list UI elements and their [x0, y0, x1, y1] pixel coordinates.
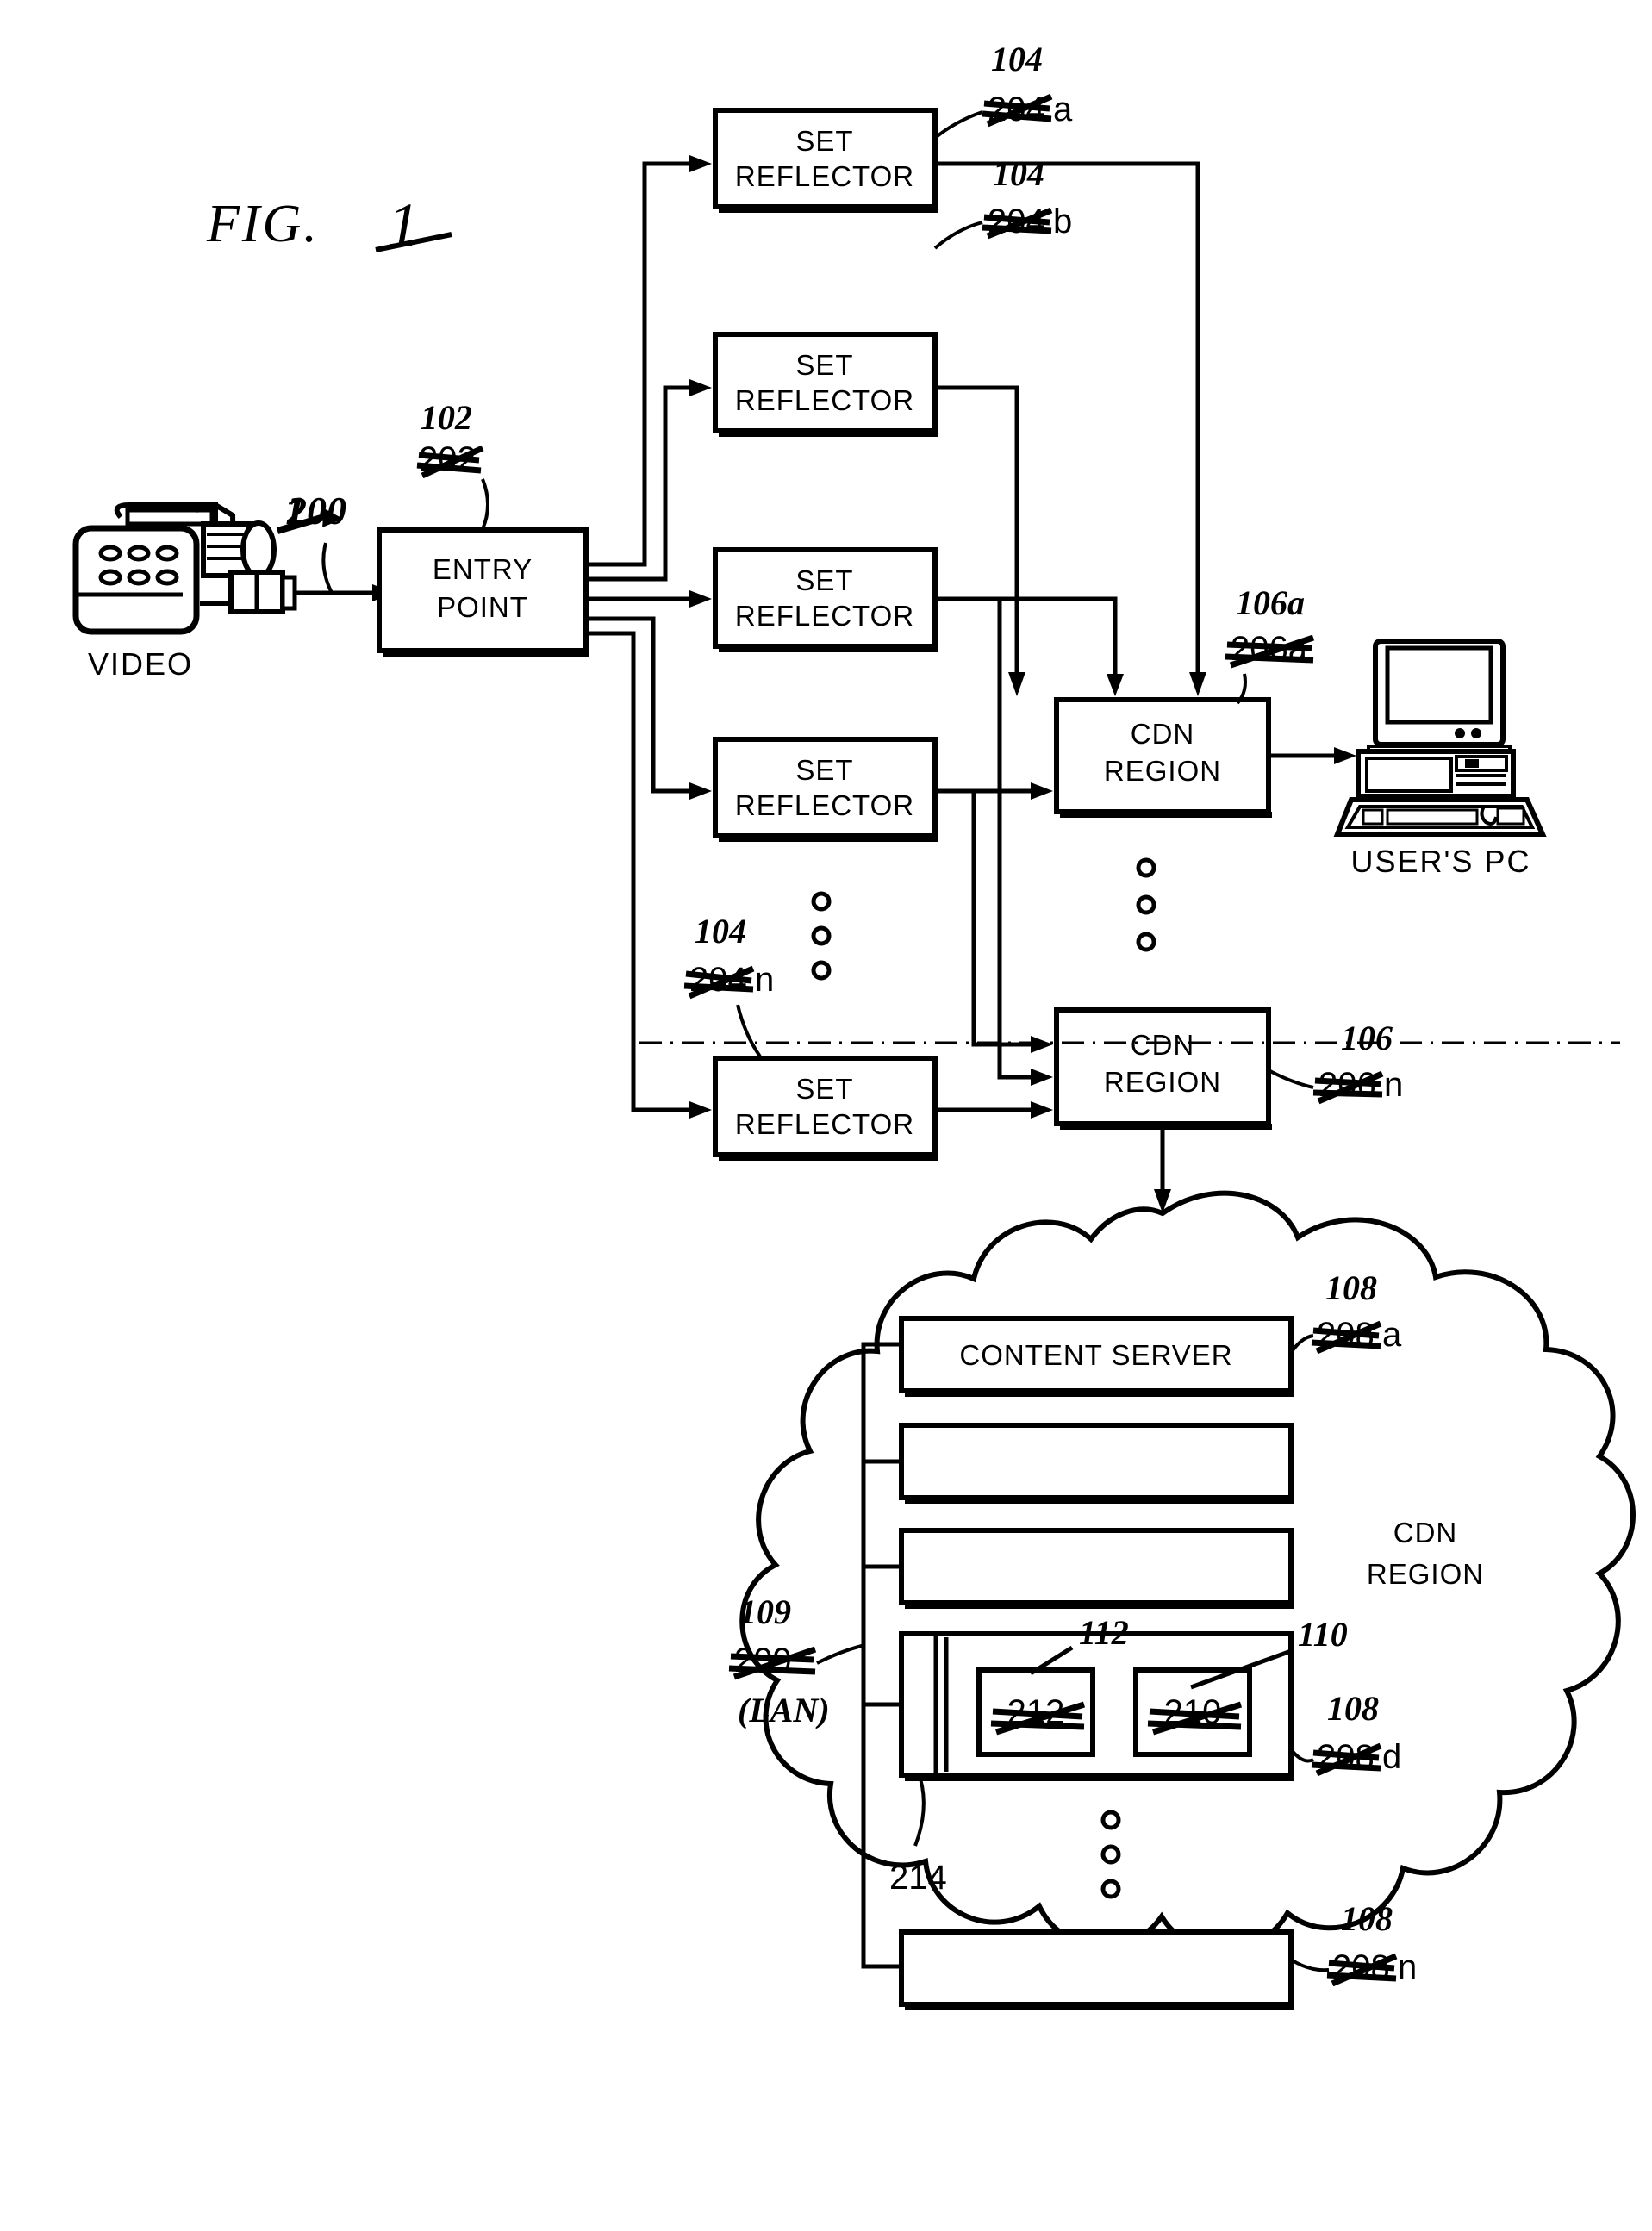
ellipsis-reflectors: [811, 891, 832, 981]
svg-text:REFLECTOR: REFLECTOR: [735, 160, 914, 192]
ellipsis-servers: [1100, 1810, 1121, 1899]
svg-text:108: 108: [1327, 1689, 1379, 1728]
svg-text:n: n: [755, 961, 774, 999]
svg-text:SET: SET: [795, 564, 853, 596]
svg-text:104: 104: [695, 912, 746, 950]
numeral-entry-point: 102 202: [416, 398, 489, 530]
svg-text:110: 110: [1298, 1615, 1348, 1654]
svg-text:REGION: REGION: [1104, 755, 1221, 787]
server-box-c: [899, 1528, 1294, 1609]
entry-point-box: ENTRY POINT: [377, 527, 589, 657]
svg-text:REFLECTOR: REFLECTOR: [735, 600, 914, 632]
content-server-box: CONTENT SERVER: [899, 1316, 1294, 1397]
server-box-b: [899, 1423, 1294, 1504]
svg-text:d: d: [1382, 1738, 1401, 1776]
server-box-d: 212 210: [899, 1631, 1294, 1781]
svg-text:106a: 106a: [1236, 583, 1305, 622]
svg-text:REFLECTOR: REFLECTOR: [735, 1108, 914, 1140]
figure-1-diagram: FIG. 1 VIDEO 200 1 ENTRY POINT 102 202 S…: [72, 40, 1636, 2010]
svg-text:214: 214: [889, 1859, 947, 1897]
svg-text:n: n: [1384, 1066, 1403, 1104]
figure-title: FIG.: [206, 195, 320, 253]
svg-text:SET: SET: [795, 1073, 853, 1105]
entry-point-line2: POINT: [437, 591, 528, 623]
svg-text:SET: SET: [795, 754, 853, 786]
video-camera-icon: [72, 502, 297, 635]
svg-text:CDN: CDN: [1131, 718, 1195, 750]
video-camera-label: VIDEO: [88, 646, 193, 682]
cloud-caption-line1: CDN: [1393, 1517, 1458, 1549]
svg-text:SET: SET: [795, 349, 853, 381]
connector-reflectors-to-cdn: [935, 161, 1206, 1119]
svg-text:n: n: [1398, 1948, 1417, 1986]
users-pc-label: USER'S PC: [1351, 844, 1531, 879]
server-box-n: [899, 1929, 1294, 2010]
lan-caption: (LAN): [738, 1691, 830, 1729]
numeral-cdn-region-a: 106a 206a: [1225, 583, 1315, 705]
set-reflector-box-a: SET REFLECTOR: [713, 108, 938, 213]
svg-text:109: 109: [739, 1592, 791, 1631]
inner-module-right: 210: [1133, 1667, 1252, 1757]
entry-point-line1: ENTRY: [433, 553, 533, 585]
set-reflector-box-b: SET REFLECTOR: [713, 332, 938, 437]
connector-cdn-to-users-pc: [1269, 747, 1356, 764]
figure-title-number-handwritten: 1: [375, 190, 452, 259]
svg-text:106: 106: [1341, 1019, 1393, 1057]
cloud-caption-line2: REGION: [1367, 1558, 1484, 1590]
svg-text:REGION: REGION: [1104, 1066, 1221, 1098]
svg-text:104: 104: [991, 40, 1043, 78]
svg-text:a: a: [1382, 1316, 1402, 1354]
svg-text:SET: SET: [795, 125, 853, 157]
numeral-reflector-b: 104 204 b: [933, 154, 1072, 250]
users-pc-icon: [1333, 639, 1547, 837]
patent-figure-page: FIG. 1 VIDEO 200 1 ENTRY POINT 102 202 S…: [0, 0, 1652, 2231]
svg-text:REFLECTOR: REFLECTOR: [735, 789, 914, 821]
svg-text:a: a: [1053, 90, 1073, 128]
connector-cdn-to-cloud: [1154, 1130, 1171, 1213]
set-reflector-box-d: SET REFLECTOR: [713, 737, 938, 842]
set-reflector-box-n: SET REFLECTOR: [713, 1056, 938, 1161]
set-reflector-box-c: SET REFLECTOR: [713, 547, 938, 652]
svg-text:102: 102: [421, 398, 472, 437]
svg-text:REFLECTOR: REFLECTOR: [735, 384, 914, 416]
cdn-region-box-a: CDN REGION: [1054, 697, 1272, 818]
numeral-reflector-a: 104 204 a: [933, 40, 1073, 140]
numeral-cdn-region-n: 106 206 n: [1268, 1019, 1403, 1105]
numeral-reflector-n: 104 204 n: [683, 912, 774, 1058]
svg-text:108: 108: [1341, 1899, 1393, 1938]
inner-module-left: 212: [976, 1667, 1095, 1757]
svg-text:108: 108: [1325, 1268, 1377, 1307]
content-server-label: CONTENT SERVER: [959, 1339, 1232, 1371]
ellipsis-cdn-regions: [1136, 857, 1156, 952]
svg-text:CDN: CDN: [1131, 1029, 1195, 1061]
svg-text:b: b: [1053, 203, 1072, 240]
cdn-region-box-n: CDN REGION: [1054, 1007, 1272, 1130]
svg-text:104: 104: [993, 154, 1044, 193]
svg-text:112: 112: [1079, 1613, 1129, 1652]
